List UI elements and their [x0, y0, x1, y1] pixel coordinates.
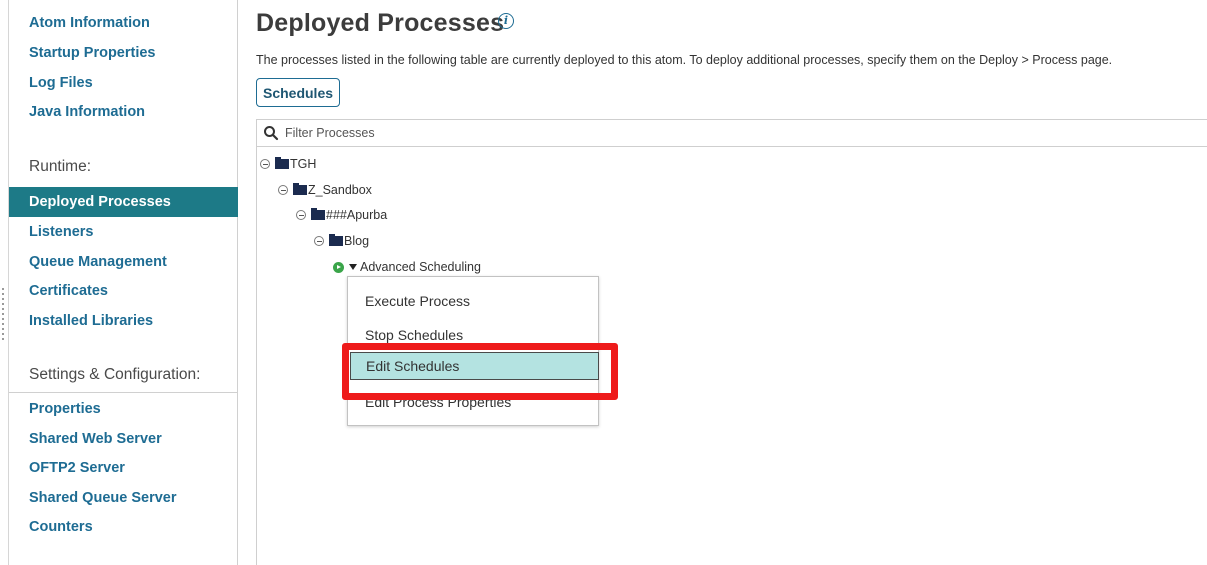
process-context-menu: Execute Process Stop Schedules Edit Proc…	[347, 276, 599, 426]
info-icon[interactable]: i	[498, 13, 514, 29]
page-title: Deployed Processes	[256, 9, 505, 37]
page-description: The processes listed in the following ta…	[256, 53, 1113, 67]
sidebar-item-listeners[interactable]: Listeners	[9, 218, 238, 246]
runtime-heading: Runtime:	[29, 158, 92, 175]
menu-item-stop-schedules[interactable]: Stop Schedules	[348, 321, 598, 349]
sidebar-item-queue-management[interactable]: Queue Management	[9, 248, 238, 276]
sidebar-item-java-information[interactable]: Java Information	[9, 98, 238, 126]
folder-icon	[275, 157, 289, 169]
menu-item-edit-process-properties[interactable]: Edit Process Properties	[348, 388, 598, 416]
tree-node-label: TGH	[290, 157, 317, 171]
tree-node-label: Advanced Scheduling	[360, 260, 481, 274]
settings-heading: Settings & Configuration:	[29, 366, 201, 383]
dropdown-caret-icon[interactable]	[349, 264, 357, 270]
collapse-icon[interactable]	[296, 210, 306, 220]
sidebar-item-shared-queue-server[interactable]: Shared Queue Server	[9, 484, 238, 512]
tree-node-blog[interactable]: Blog	[314, 232, 369, 250]
sidebar-item-properties[interactable]: Properties	[9, 395, 238, 423]
folder-icon	[293, 183, 307, 195]
menu-item-execute-process[interactable]: Execute Process	[348, 287, 598, 315]
settings-divider	[9, 392, 238, 393]
running-status-icon	[333, 261, 344, 273]
sidebar-item-log-files[interactable]: Log Files	[9, 69, 238, 97]
schedules-button[interactable]: Schedules	[256, 78, 340, 107]
sidebar-item-installed-libraries[interactable]: Installed Libraries	[9, 307, 238, 335]
tree-node-label: Blog	[344, 234, 370, 248]
folder-icon	[329, 234, 343, 246]
collapse-icon[interactable]	[278, 185, 288, 195]
sidebar-item-certificates[interactable]: Certificates	[9, 277, 238, 305]
sidebar: Atom Information Startup Properties Log …	[9, 0, 238, 565]
tree-node-label: ###Apurba	[326, 208, 388, 222]
tree-node-advanced-scheduling[interactable]: Advanced Scheduling	[333, 258, 481, 276]
tree-node-label: Z_Sandbox	[308, 183, 372, 197]
sidebar-item-oftp2-server[interactable]: OFTP2 Server	[9, 454, 238, 482]
tree-node-tgh[interactable]: TGH	[260, 155, 316, 173]
sidebar-item-counters[interactable]: Counters	[9, 513, 238, 541]
sidebar-item-startup-properties[interactable]: Startup Properties	[9, 39, 238, 67]
tree-node-z-sandbox[interactable]: Z_Sandbox	[278, 181, 372, 199]
filter-processes-input[interactable]	[285, 123, 885, 143]
tree-panel-border	[256, 147, 257, 565]
resize-grip[interactable]	[0, 285, 8, 375]
sidebar-item-deployed-processes[interactable]: Deployed Processes	[9, 187, 238, 217]
tree-node-apurba[interactable]: ###Apurba	[296, 206, 387, 224]
collapse-icon[interactable]	[260, 159, 270, 169]
sidebar-item-atom-information[interactable]: Atom Information	[9, 9, 238, 37]
menu-item-edit-schedules[interactable]: Edit Schedules	[350, 352, 599, 380]
sidebar-item-shared-web-server[interactable]: Shared Web Server	[9, 425, 238, 453]
collapse-icon[interactable]	[314, 236, 324, 246]
filter-bar	[256, 119, 1207, 147]
folder-icon	[311, 208, 325, 220]
search-icon	[264, 126, 279, 141]
